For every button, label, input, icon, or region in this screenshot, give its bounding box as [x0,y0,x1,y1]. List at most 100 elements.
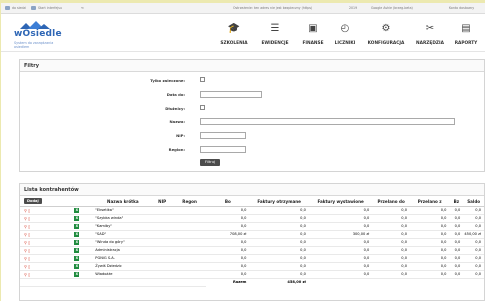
trash-icon[interactable]: ▯ [28,208,30,213]
search-icon[interactable]: ⚲ [24,216,27,221]
table-row[interactable]: ⚲ ▯ X Żywiś Dziedzic 0,0 0,0 0,0 0,0 0,0 0,0 0,0 [20,262,484,271]
trash-icon[interactable]: ▯ [28,216,30,221]
nav-ewidencje[interactable]: ☰ EWIDENCJE [257,14,293,52]
search-icon[interactable]: ⚲ [24,208,27,213]
cell-name[interactable]: "Eksetika" [94,206,152,215]
nav-liczniki[interactable]: ◴ LICZNIKI [331,14,359,52]
excel-icon[interactable]: X [74,231,80,237]
cell-transfer-from: 0,0 [409,270,450,279]
column-header-bo[interactable]: Bo [206,197,250,207]
search-icon[interactable]: ⚲ [24,224,27,229]
excel-icon[interactable]: X [74,247,80,253]
bookmark-item[interactable]: Start interfejsu [31,6,62,10]
table-row[interactable]: ⚲ ▯ X "SAD" 708,00 zł 0,0 300,00 zł 0,0 0,0 0,0 4… [20,230,484,239]
cell-issued-invoices: 300,00 zł [308,230,373,239]
cell-transfer-from: 0,0 [409,214,450,223]
cell-name[interactable]: "Szybka winda" [94,214,152,223]
column-header-saldo[interactable]: Saldo [463,197,484,207]
trash-icon[interactable]: ▯ [28,224,30,229]
nip-input[interactable] [200,132,246,139]
cell-name[interactable]: "SAD" [94,230,152,239]
table-row[interactable]: ⚲ ▯ X "Kamiby" 0,0 0,0 0,0 0,0 0,0 0,0 0,0 [20,222,484,231]
row-actions: ⚲ ▯ [20,246,60,255]
cell-name[interactable]: Administracja [94,246,152,255]
cell-bz: 0,0 [449,230,464,239]
excel-icon[interactable]: X [74,271,80,277]
trash-icon[interactable]: ▯ [28,248,30,253]
trash-icon[interactable]: ▯ [28,232,30,237]
trash-icon[interactable]: ▯ [28,256,30,261]
excel-export: X [59,222,95,231]
excel-icon[interactable]: X [74,263,80,269]
cell-name[interactable]: "Winda do góry" [94,238,152,247]
column-header-bz[interactable]: Bz [449,197,464,207]
cell-bz: 0,0 [449,238,464,247]
cell-nip [151,206,173,215]
meter-icon: ◴ [340,23,350,34]
column-header-name[interactable]: Nazwa krótka [94,197,152,207]
contractors-table-wrap: Dodaj Nazwa krótka NIP Regon Bo Faktury … [20,197,484,301]
cell-saldo: 0,0 [463,214,484,223]
table-row[interactable]: ⚲ ▯ X "Eksetika" 0,0 0,0 0,0 0,0 0,0 0,0 0,0 [20,206,484,215]
nav-konfiguracja[interactable]: ⚙ KONFIGURACJA [363,14,409,52]
column-header-nip[interactable]: NIP [151,197,173,207]
cell-issued-invoices: 0,0 [308,270,373,279]
bookmark-item[interactable]: do siedzi [5,6,26,10]
trash-icon[interactable]: ▯ [28,272,30,277]
cell-transfer-from: 0,0 [409,238,450,247]
excel-icon[interactable]: X [74,207,80,213]
search-icon[interactable]: ⚲ [24,272,27,277]
excel-icon[interactable]: X [74,223,80,229]
excel-icon[interactable]: X [74,255,80,261]
trash-icon[interactable]: ▯ [28,264,30,269]
google-account[interactable]: Google Ashie (brzeg-beta) [371,6,413,10]
only-overdue-checkbox[interactable] [200,77,205,82]
region-input[interactable] [200,146,246,153]
cell-name[interactable]: PGNiG S.A. [94,254,152,263]
nav-raporty[interactable]: ▤ RAPORTY [451,14,481,52]
cell-bz: 0,0 [449,206,464,215]
logo[interactable]: wOsiedle System do zarządzania osiedlem [6,19,66,49]
cell-transfer-from: 0,0 [409,262,450,271]
excel-icon[interactable]: X [74,215,80,221]
security-warning[interactable]: Ostrzeżenie: ten adres nie jest bezpiecz… [233,6,312,10]
column-header-received-invoices[interactable]: Faktury otrzymane [249,197,309,207]
add-button[interactable]: Dodaj [24,198,42,205]
cell-name[interactable]: Wiadożże [94,270,152,279]
table-row[interactable]: ⚲ ▯ X PGNiG S.A. 0,0 0,0 0,0 0,0 0,0 0,0 0,0 [20,254,484,263]
excel-export: X [59,214,95,223]
column-header-transfer-to[interactable]: Przelano do [372,197,410,207]
cell-name[interactable]: Żywiś Dziedzic [94,262,152,271]
contractors-title: Lista kontrahentów [20,184,484,196]
region-label: Region: [168,147,185,152]
debtors-checkbox[interactable] [200,105,205,110]
cell-saldo: 0,0 [463,206,484,215]
name-input[interactable] [200,118,455,125]
table-row[interactable]: ⚲ ▯ X "Szybka winda" 0,0 0,0 0,0 0,0 0,0 0,0 0,0 [20,214,484,223]
account-menu[interactable]: Konto dostawcy [449,6,474,10]
cell-name[interactable]: "Kamiby" [94,222,152,231]
column-header-transfer-from[interactable]: Przelano z [409,197,450,207]
trash-icon[interactable]: ▯ [28,240,30,245]
table-row[interactable]: ⚲ ▯ X "Winda do góry" 0,0 0,0 0,0 0,0 0,0 0,0 0,0 [20,238,484,247]
search-icon[interactable]: ⚲ [24,232,27,237]
cell-saldo: 0,0 [463,222,484,231]
table-row[interactable]: ⚲ ▯ X Wiadożże 0,0 0,0 0,0 0,0 0,0 0,0 0,0 [20,270,484,279]
history-icon[interactable]: ⟲ [81,6,84,10]
brand-tagline: osiedlem [14,45,30,49]
search-icon[interactable]: ⚲ [24,248,27,253]
cell-bo: 0,0 [206,254,250,263]
column-header-regon[interactable]: Regon [172,197,207,207]
nav-szkolenia[interactable]: 🎓 SZKOLENIA [217,14,251,52]
excel-icon[interactable]: X [74,239,80,245]
filter-button[interactable]: Filtruj [200,159,220,166]
row-actions: ⚲ ▯ [20,206,60,215]
date-to-input[interactable] [200,91,262,98]
column-header-issued-invoices[interactable]: Faktury wystawione [308,197,373,207]
search-icon[interactable]: ⚲ [24,240,27,245]
search-icon[interactable]: ⚲ [24,264,27,269]
search-icon[interactable]: ⚲ [24,256,27,261]
nav-narzedzia[interactable]: ✂ NARZĘDZIA [413,14,447,52]
table-row[interactable]: ⚲ ▯ X Administracja 0,0 0,0 0,0 0,0 0,0 0,0 0,0 [20,246,484,255]
nav-finanse[interactable]: ▣ FINANSE [298,14,328,52]
